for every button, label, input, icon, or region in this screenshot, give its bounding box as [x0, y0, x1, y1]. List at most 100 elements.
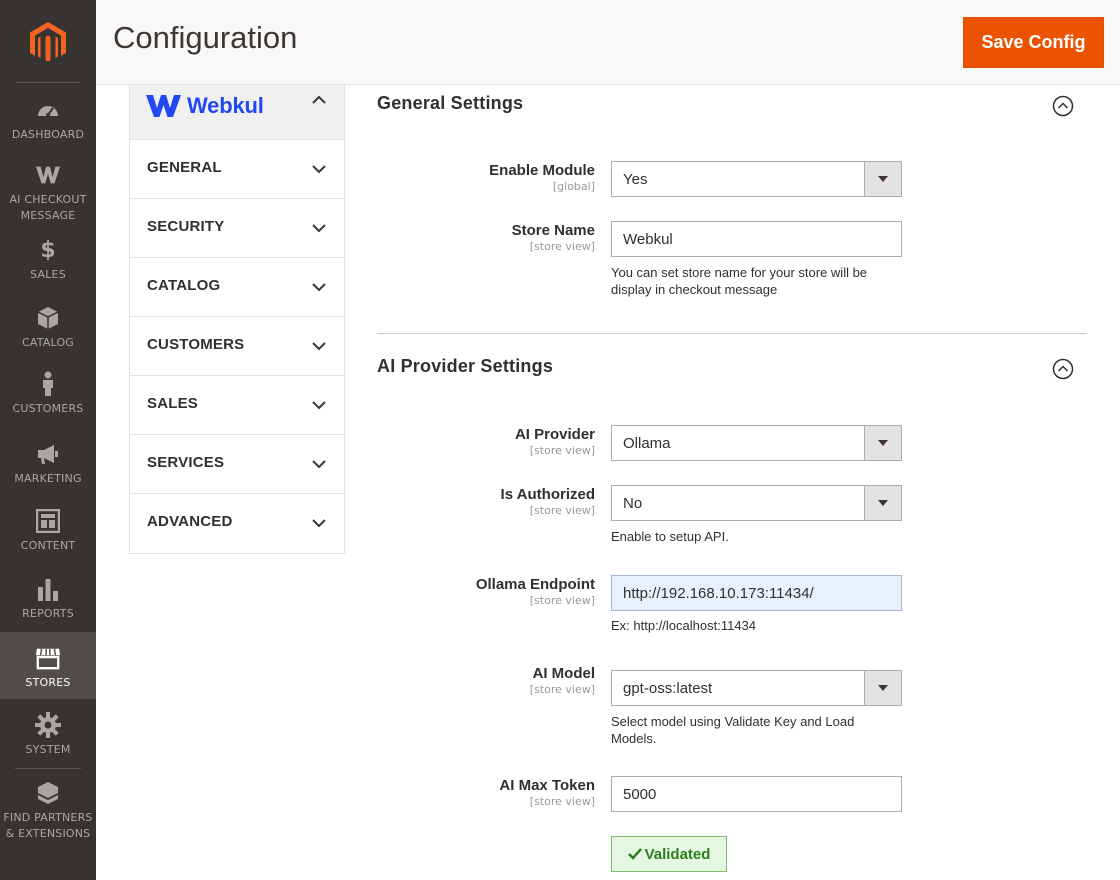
menu-label: CONTENT [20, 539, 76, 552]
ai-model-select[interactable]: gpt-oss:latest [611, 670, 902, 706]
tab-label: SALES [147, 395, 199, 412]
webkul-w-icon [146, 95, 181, 117]
magento-logo-icon[interactable] [27, 20, 69, 64]
menu-label: CATALOG [21, 336, 75, 349]
menu-label: FIND PARTNERS & EXTENSIONS [3, 811, 93, 840]
tab-security[interactable]: SECURITY [130, 199, 344, 258]
tab-catalog[interactable]: CATALOG [130, 258, 344, 317]
chevron-down-icon [312, 460, 326, 469]
tab-general[interactable]: GENERAL [130, 140, 344, 199]
field-label: AI Provider [514, 426, 595, 443]
save-config-button[interactable]: Save Config [963, 17, 1104, 68]
field-label: Store Name [511, 222, 595, 239]
chevron-up-icon[interactable] [312, 93, 326, 107]
dropdown-arrow-icon[interactable] [864, 426, 901, 460]
menu-item-find-partners[interactable]: FIND PARTNERS & EXTENSIONS [0, 780, 96, 842]
section-title-general[interactable]: General Settings [377, 93, 523, 114]
chevron-down-icon [312, 519, 326, 528]
section-divider [377, 333, 1087, 334]
is-authorized-note: Enable to setup API. [611, 529, 729, 544]
menu-item-content[interactable]: CONTENT [0, 508, 96, 554]
megaphone-icon [35, 441, 61, 467]
validated-button[interactable]: Validated [611, 836, 727, 872]
scope-label: [store view] [529, 594, 595, 607]
menu-item-system[interactable]: SYSTEM [0, 712, 96, 758]
webkul-logo: Webkul [146, 93, 264, 119]
gear-icon [35, 712, 61, 738]
input-value: 5000 [623, 785, 657, 803]
tab-label: CUSTOMERS [147, 336, 245, 353]
ollama-endpoint-label: Ollama Endpoint [store view] [476, 576, 595, 607]
scope-label: [global] [552, 180, 595, 193]
ai-provider-label: AI Provider [store view] [515, 426, 595, 457]
tab-label: SECURITY [147, 218, 225, 235]
field-label: Is Authorized [500, 486, 595, 503]
menu-label: SALES [30, 268, 66, 281]
ai-model-label: AI Model [store view] [530, 665, 595, 696]
store-name-input[interactable]: Webkul [611, 221, 902, 257]
menu-separator [15, 82, 81, 83]
dropdown-arrow-icon[interactable] [864, 162, 901, 196]
scope-label: [store view] [529, 683, 595, 696]
menu-item-dashboard[interactable]: DASHBOARD [0, 97, 96, 143]
tab-label: GENERAL [147, 159, 222, 176]
menu-item-customers[interactable]: CUSTOMERS [0, 371, 96, 417]
ollama-endpoint-input[interactable]: http://192.168.10.173:11434/ [611, 575, 902, 611]
webkul-w-icon [35, 162, 61, 188]
menu-label: MARKETING [14, 472, 82, 485]
input-value: Webkul [623, 230, 673, 248]
menu-item-sales[interactable]: $ SALES [0, 237, 96, 283]
tab-label: SERVICES [147, 454, 225, 471]
ai-model-note: Select model using Validate Key and Load… [611, 714, 855, 746]
dashboard-icon [35, 97, 61, 123]
menu-label: AI CHECKOUT MESSAGE [9, 193, 87, 222]
menu-item-marketing[interactable]: MARKETING [0, 441, 96, 487]
ai-max-token-label: AI Max Token [store view] [499, 777, 595, 808]
dropdown-arrow-icon[interactable] [864, 486, 901, 520]
tab-sales[interactable]: SALES [130, 376, 344, 435]
tab-group-webkul[interactable]: Webkul [130, 85, 344, 140]
chevron-down-icon [312, 342, 326, 351]
select-value: No [623, 494, 643, 512]
storefront-icon [35, 645, 61, 671]
collapse-circle-icon[interactable] [1052, 358, 1074, 380]
menu-label: STORES [25, 676, 71, 689]
dropdown-arrow-icon[interactable] [864, 671, 901, 705]
enable-module-label: Enable Module [global] [489, 162, 595, 193]
box-icon [35, 305, 61, 331]
tab-customers[interactable]: CUSTOMERS [130, 317, 344, 376]
tab-label: ADVANCED [147, 513, 233, 530]
tab-advanced[interactable]: ADVANCED [130, 494, 344, 553]
layout-icon [35, 508, 61, 534]
enable-module-select[interactable]: Yes [611, 161, 902, 197]
config-tabs: Webkul GENERAL SECURITY CATALOG CUSTOMER… [129, 85, 345, 554]
section-title-ai-provider[interactable]: AI Provider Settings [377, 356, 553, 377]
ai-provider-select[interactable]: Ollama [611, 425, 902, 461]
collapse-circle-icon[interactable] [1052, 95, 1074, 117]
admin-menu: DASHBOARD AI CHECKOUT MESSAGE $ SALES CA… [0, 0, 96, 880]
tab-label: CATALOG [147, 277, 221, 294]
menu-label: DASHBOARD [11, 128, 85, 141]
menu-item-catalog[interactable]: CATALOG [0, 305, 96, 351]
menu-item-reports[interactable]: REPORTS [0, 576, 96, 622]
menu-separator [15, 768, 81, 769]
person-icon [35, 371, 61, 397]
select-value: Ollama [623, 434, 671, 452]
page-header: Configuration Save Config [96, 0, 1120, 85]
dollar-icon: $ [40, 237, 56, 263]
store-name-note: You can set store name for your store wi… [611, 265, 868, 297]
chevron-down-icon [312, 283, 326, 292]
validated-label: Validated [644, 845, 711, 863]
field-label: AI Model [532, 665, 596, 682]
ai-max-token-input[interactable]: 5000 [611, 776, 902, 812]
chevron-down-icon [312, 165, 326, 174]
checkmark-icon [627, 848, 642, 860]
is-authorized-select[interactable]: No [611, 485, 902, 521]
field-label: Enable Module [489, 162, 595, 179]
store-name-label: Store Name [store view] [512, 222, 595, 253]
menu-item-ai-checkout-message[interactable]: AI CHECKOUT MESSAGE [0, 162, 96, 224]
chevron-down-icon [312, 224, 326, 233]
select-value: Yes [623, 170, 648, 188]
menu-item-stores[interactable]: STORES [0, 632, 96, 699]
tab-services[interactable]: SERVICES [130, 435, 344, 494]
